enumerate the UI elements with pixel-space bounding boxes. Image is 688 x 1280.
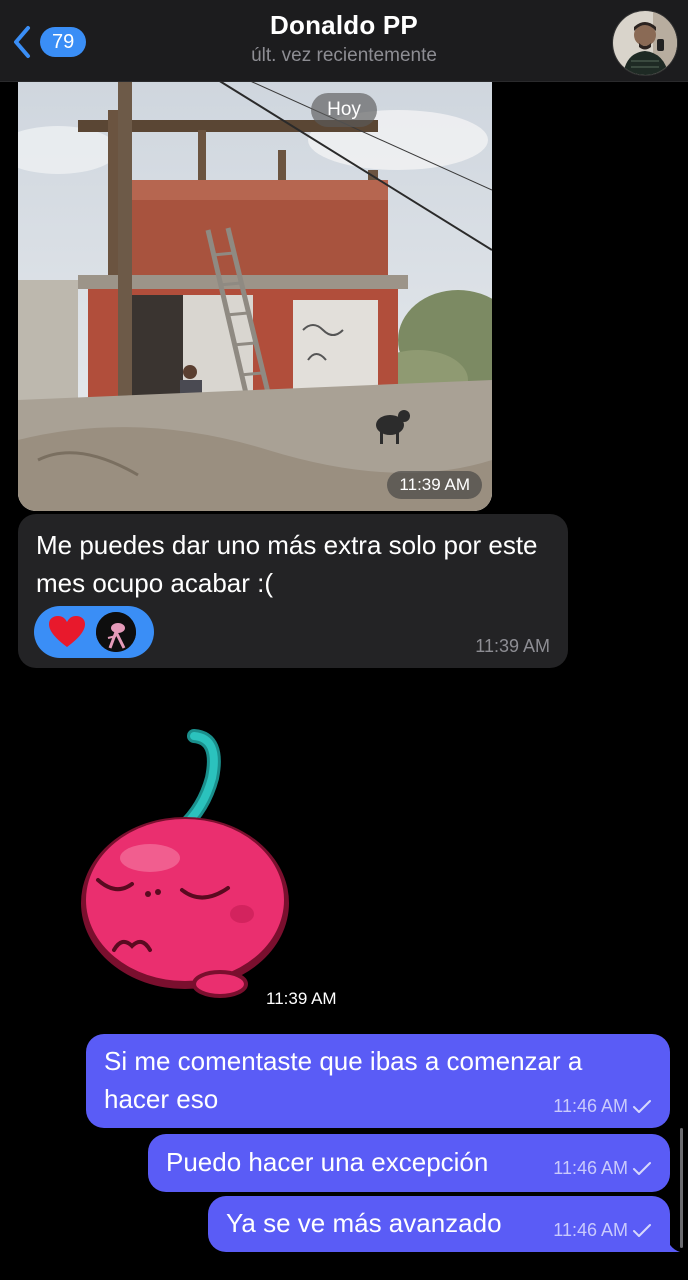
- cherry-sticker[interactable]: [70, 718, 300, 1004]
- message-meta: 11:46 AM: [553, 1096, 652, 1117]
- check-icon: [633, 1099, 651, 1113]
- contact-avatar[interactable]: [612, 10, 678, 76]
- bubble-tail: [660, 1234, 680, 1252]
- reactor-avatar: [96, 612, 136, 652]
- outgoing-message-text: Puedo hacer una excepción: [166, 1147, 489, 1177]
- sticker-timestamp: 11:39 AM: [256, 986, 347, 1012]
- construction-photo: [18, 80, 492, 511]
- contact-info[interactable]: Donaldo PP últ. vez recientemente: [0, 10, 688, 67]
- photo-timestamp: 11:39 AM: [387, 471, 482, 499]
- scrollbar[interactable]: [680, 1128, 683, 1248]
- outgoing-message[interactable]: Ya se ve más avanzado 11:46 AM: [208, 1196, 670, 1252]
- incoming-message-timestamp: 11:39 AM: [475, 636, 550, 656]
- reaction-pill[interactable]: [34, 606, 154, 658]
- message-meta: 11:46 AM: [553, 1220, 652, 1241]
- check-icon: [633, 1223, 651, 1237]
- chat-header: 79 Donaldo PP últ. vez recientemente: [0, 0, 688, 82]
- message-meta: 11:46 AM: [553, 1158, 652, 1179]
- heart-icon: [48, 615, 86, 649]
- photo-message[interactable]: 11:39 AM: [18, 80, 492, 511]
- outgoing-message[interactable]: Puedo hacer una excepción 11:46 AM: [148, 1134, 670, 1192]
- last-seen-status: últ. vez recientemente: [251, 45, 437, 66]
- contact-name: Donaldo PP: [270, 10, 418, 40]
- check-icon: [633, 1161, 651, 1175]
- date-separator: Hoy: [311, 93, 377, 127]
- outgoing-message-timestamp: 11:46 AM: [553, 1220, 628, 1240]
- incoming-message[interactable]: Me puedes dar uno más extra solo por est…: [18, 514, 568, 668]
- incoming-message-text: Me puedes dar uno más extra solo por est…: [36, 530, 538, 598]
- outgoing-message[interactable]: Si me comentaste que ibas a comenzar a h…: [86, 1034, 670, 1128]
- outgoing-message-timestamp: 11:46 AM: [553, 1158, 628, 1178]
- outgoing-message-timestamp: 11:46 AM: [553, 1096, 628, 1116]
- outgoing-message-text: Ya se ve más avanzado: [226, 1208, 502, 1238]
